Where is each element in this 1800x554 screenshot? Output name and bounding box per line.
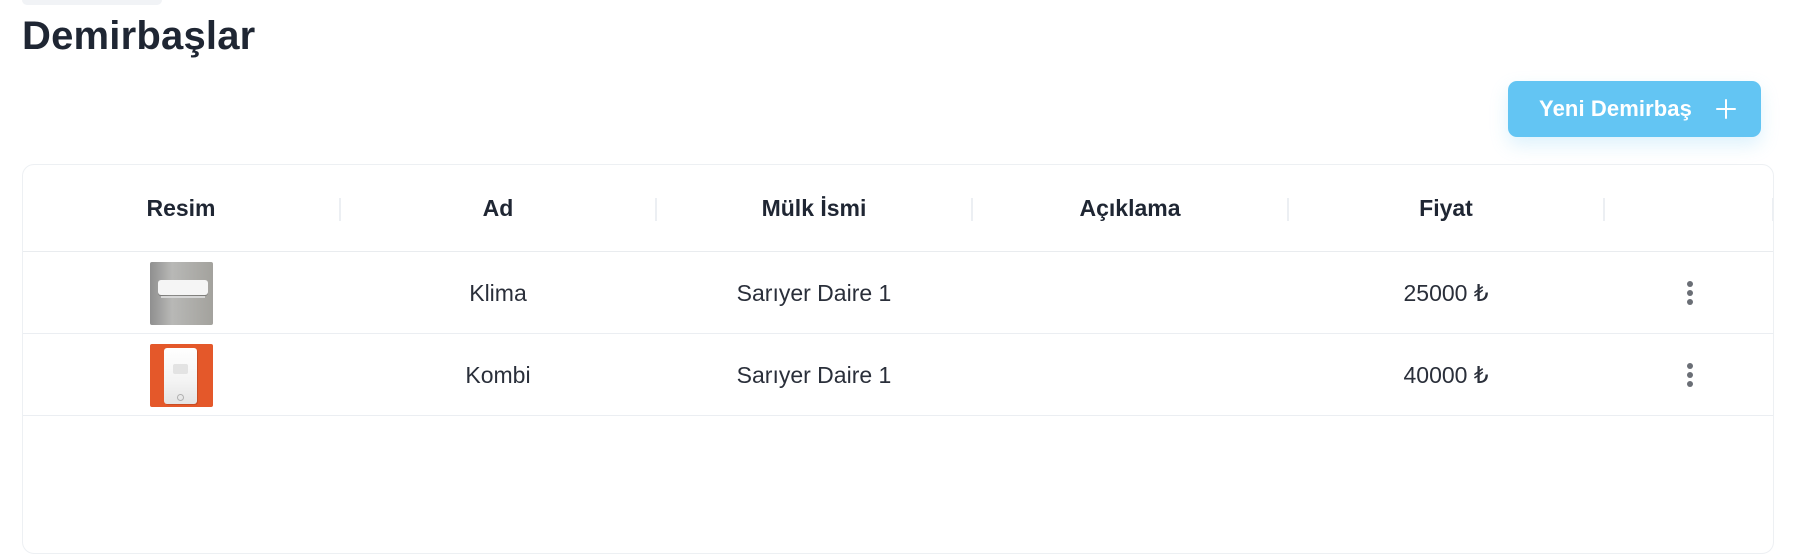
new-fixture-button[interactable]: Yeni Demirbaş	[1508, 81, 1761, 137]
actions-cell	[1605, 252, 1773, 334]
image-cell	[23, 334, 339, 416]
description-cell	[973, 334, 1287, 416]
table-row: Klima Sarıyer Daire 1 25000 ₺	[23, 252, 1773, 334]
new-fixture-button-label: Yeni Demirbaş	[1539, 96, 1692, 121]
air-conditioner-vent-shape	[160, 295, 205, 298]
air-conditioner-unit-shape	[157, 279, 208, 295]
column-header-image: Resim	[146, 195, 216, 221]
column-header-price: Fiyat	[1419, 195, 1473, 221]
top-tab-indicator	[22, 0, 162, 5]
price-cell: 25000 ₺	[1403, 279, 1489, 306]
combi-boiler-thumbnail[interactable]	[149, 343, 213, 407]
combi-boiler-unit-shape	[163, 347, 197, 404]
more-vertical-icon[interactable]	[1681, 358, 1699, 392]
column-header-name: Ad	[482, 195, 514, 221]
name-cell: Kombi	[465, 361, 531, 388]
property-name-cell: Sarıyer Daire 1	[736, 279, 892, 306]
fixtures-table: Resim Ad Mülk İsmi Açıklama Fiyat Klima …	[22, 164, 1774, 554]
actions-cell	[1605, 334, 1773, 416]
name-cell: Klima	[469, 279, 527, 306]
header-divider	[1772, 198, 1773, 221]
image-cell	[23, 252, 339, 334]
column-header-property-name: Mülk İsmi	[761, 195, 867, 221]
page-title: Demirbaşlar	[22, 14, 256, 58]
column-header-actions	[1605, 165, 1773, 252]
price-cell: 40000 ₺	[1403, 361, 1489, 388]
plus-icon	[1715, 99, 1736, 119]
combi-boiler-panel-shape	[172, 363, 188, 374]
table-header: Resim Ad Mülk İsmi Açıklama Fiyat	[23, 165, 1773, 252]
more-vertical-icon[interactable]	[1681, 276, 1699, 310]
combi-boiler-knob-shape	[176, 393, 184, 401]
description-cell	[973, 252, 1287, 334]
property-name-cell: Sarıyer Daire 1	[736, 361, 892, 388]
column-header-description: Açıklama	[1079, 195, 1181, 221]
air-conditioner-thumbnail[interactable]	[149, 261, 213, 325]
table-row: Kombi Sarıyer Daire 1 40000 ₺	[23, 334, 1773, 416]
